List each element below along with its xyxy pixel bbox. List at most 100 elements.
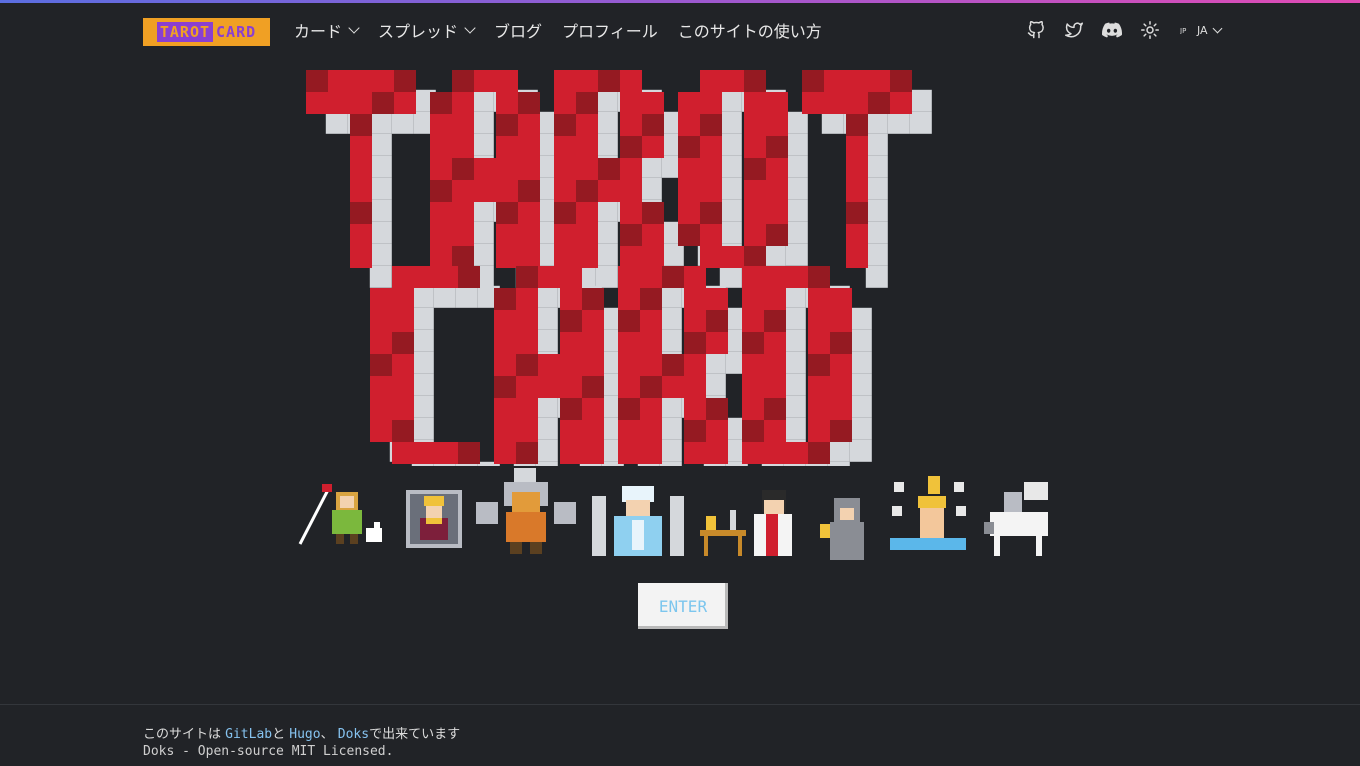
logo-pixel-block — [808, 266, 830, 288]
logo-pixel-block — [452, 70, 474, 92]
logo-pixel-block — [496, 202, 518, 224]
logo-pixel-block — [706, 332, 728, 354]
hermit-sprite — [820, 498, 864, 560]
logo-pixel-block — [560, 442, 582, 464]
logo-pixel-block — [582, 354, 604, 376]
gitlab-link[interactable]: GitLab — [225, 727, 272, 742]
logo-shadow-block — [719, 199, 742, 222]
nav-item-blog[interactable]: ブログ — [494, 18, 542, 42]
logo-pixel-block — [620, 180, 642, 202]
logo-pixel-block — [474, 180, 496, 202]
logo-pixel-block — [764, 420, 786, 442]
logo-shadow-block — [865, 199, 888, 222]
logo-pixel-block — [700, 92, 722, 114]
logo-pixel-block — [414, 266, 436, 288]
logo-pixel-block — [742, 376, 764, 398]
logo-pixel-block — [554, 114, 576, 136]
nav-label: ブログ — [494, 22, 543, 41]
logo-pixel-block — [576, 224, 598, 246]
logo-pixel-block — [678, 136, 700, 158]
logo-pixel-block — [430, 114, 452, 136]
logo-pixel-block — [700, 114, 722, 136]
nav-item-howto[interactable]: このサイトの使い方 — [678, 18, 822, 42]
logo-pixel-block — [576, 114, 598, 136]
logo-shadow-block — [535, 461, 558, 484]
logo-pixel-block — [830, 332, 852, 354]
logo-shadow-block — [471, 199, 494, 222]
logo-pixel-block — [494, 288, 516, 310]
hugo-link[interactable]: Hugo — [289, 727, 320, 742]
logo-pixel-block — [742, 420, 764, 442]
logo-shadow-block — [411, 329, 434, 352]
logo-pixel-block — [452, 202, 474, 224]
logo-pixel-block — [678, 92, 700, 114]
logo-shadow-block — [865, 265, 888, 288]
logo-pixel-block — [868, 70, 890, 92]
logo-pixel-block — [846, 224, 868, 246]
logo-shadow-block — [471, 89, 494, 112]
logo-pixel-block — [430, 136, 452, 158]
svg-text:JP: JP — [1180, 27, 1186, 34]
logo-shadow-block — [659, 307, 682, 330]
logo-pixel-block — [808, 376, 830, 398]
logo-pixel-block — [700, 246, 722, 268]
logo-pixel-block — [436, 266, 458, 288]
nav-item-spreads[interactable]: スプレッド — [378, 18, 476, 42]
logo-pixel-block — [618, 266, 640, 288]
theme-toggle-icon[interactable] — [1140, 20, 1160, 40]
logo-pixel-block — [370, 420, 392, 442]
logo-pixel-block — [496, 136, 518, 158]
logo-pixel-block — [764, 266, 786, 288]
logo-pixel-block — [496, 224, 518, 246]
logo-pixel-block — [436, 442, 458, 464]
logo-pixel-block — [786, 266, 808, 288]
site-logo[interactable]: TAROT CARD — [143, 18, 270, 46]
logo-shadow-block — [785, 199, 808, 222]
logo-pixel-block — [582, 288, 604, 310]
language-selector[interactable]: JP JA — [1180, 23, 1223, 37]
logo-pixel-block — [808, 288, 830, 310]
logo-shadow-block — [849, 307, 872, 330]
language-label: JA — [1197, 23, 1208, 37]
doks-link[interactable]: Doks — [338, 727, 369, 742]
knight-sprite — [984, 482, 1048, 556]
discord-icon[interactable] — [1102, 20, 1122, 40]
logo-pixel-block — [538, 354, 560, 376]
logo-pixel-block — [764, 310, 786, 332]
logo-pixel-block — [494, 310, 516, 332]
logo-pixel-block — [618, 398, 640, 420]
github-icon[interactable] — [1026, 20, 1046, 40]
logo-pixel-block — [846, 70, 868, 92]
logo-pixel-block — [576, 158, 598, 180]
logo-shadow-block — [535, 439, 558, 462]
nav-item-cards[interactable]: カード — [294, 18, 360, 42]
logo-pixel-block — [474, 158, 496, 180]
logo-pixel-block — [452, 246, 474, 268]
nav-label: プロフィール — [562, 22, 658, 41]
logo-shadow-block — [719, 265, 742, 288]
logo-pixel-block — [496, 92, 518, 114]
logo-pixel-block — [618, 442, 640, 464]
nav-item-profile[interactable]: プロフィール — [562, 18, 658, 42]
enter-button[interactable]: ENTER — [638, 583, 728, 629]
hero-title-logo — [298, 66, 1068, 484]
logo-shadow-block — [595, 133, 618, 156]
logo-pixel-block — [642, 92, 664, 114]
logo-shadow-block — [411, 307, 434, 330]
logo-pixel-block — [618, 420, 640, 442]
logo-pixel-block — [306, 70, 328, 92]
logo-pixel-block — [350, 136, 372, 158]
logo-shadow-block — [661, 243, 684, 266]
logo-pixel-block — [496, 180, 518, 202]
logo-shadow-block — [595, 265, 618, 288]
logo-pixel-block — [618, 332, 640, 354]
logo-shadow-block — [887, 111, 910, 134]
logo-shadow-block — [535, 307, 558, 330]
logo-pixel-block — [516, 310, 538, 332]
logo-pixel-block — [642, 246, 664, 268]
logo-pixel-block — [700, 224, 722, 246]
chevron-down-icon — [1212, 23, 1223, 33]
twitter-icon[interactable] — [1064, 20, 1084, 40]
logo-shadow-block — [783, 351, 806, 374]
logo-shadow-block — [659, 439, 682, 462]
